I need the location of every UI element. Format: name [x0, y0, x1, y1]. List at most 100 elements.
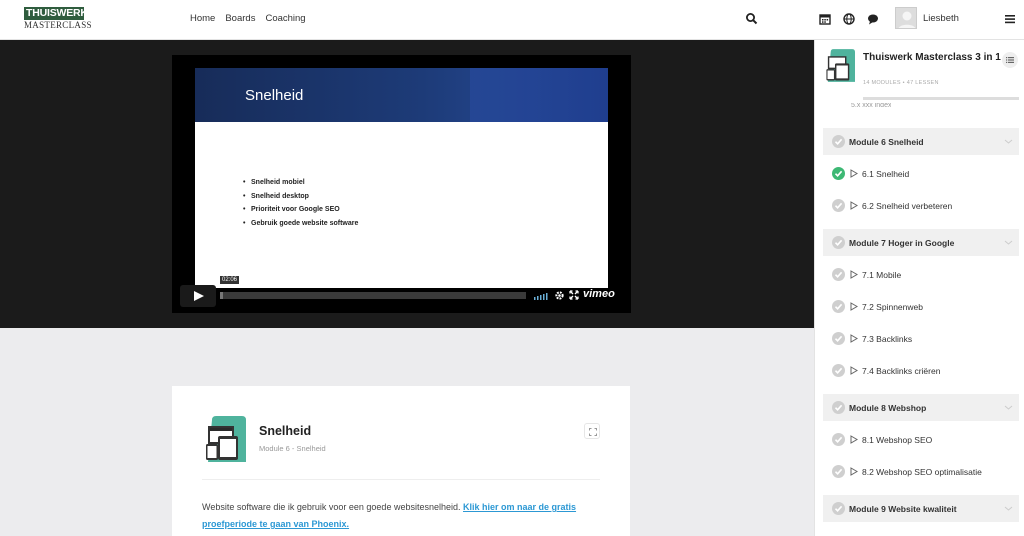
check-icon: [834, 303, 843, 310]
play-icon: [850, 334, 858, 343]
player-controls: 02:06 vimeo: [180, 276, 623, 307]
lesson-status: [832, 465, 845, 478]
slide-bullet: Snelheid desktop: [243, 190, 358, 204]
video-slide: Snelheid Snelheid mobiel Snelheid deskto…: [195, 68, 608, 288]
time-display: 02:06: [220, 276, 240, 284]
module-header[interactable]: Module 9 Website kwaliteit: [823, 495, 1019, 522]
check-icon: [834, 271, 843, 278]
video-player[interactable]: Snelheid Snelheid mobiel Snelheid deskto…: [172, 55, 631, 313]
user-name[interactable]: Liesbeth: [923, 13, 959, 24]
lesson-status: [832, 300, 845, 313]
nav-coaching[interactable]: Coaching: [265, 13, 305, 24]
chevron-down-icon[interactable]: [1004, 239, 1013, 246]
module-label: Module 9 Website kwaliteit: [849, 504, 957, 514]
slide-bullet: Gebruik goede website software: [243, 217, 358, 231]
gear-icon[interactable]: [554, 290, 565, 301]
play-icon[interactable]: [180, 285, 216, 307]
lesson-label: 7.2 Spinnenweb: [862, 302, 923, 312]
course-sidebar: Thuiswerk Masterclass 3 in 1 14 MODULES …: [814, 40, 1024, 536]
check-icon: [834, 436, 843, 443]
play-icon: [850, 270, 858, 279]
lesson-item[interactable]: 6.2 Snelheid verbeteren: [823, 192, 1019, 219]
lesson-label: 6.1 Snelheid: [862, 169, 910, 179]
logo-top-text: THUISWERK: [24, 7, 88, 20]
calendar-icon[interactable]: [818, 12, 832, 26]
module-status: [832, 236, 845, 249]
play-icon: [850, 467, 858, 476]
module-label: Module 7 Hoger in Google: [849, 238, 955, 248]
volume-icon[interactable]: [533, 289, 549, 301]
avatar[interactable]: [895, 7, 917, 29]
top-header: THUISWERK MASTERCLASS Home Boards Coachi…: [0, 0, 1024, 40]
lesson-label: 6.2 Snelheid verbeteren: [862, 201, 953, 211]
course-meta: 14 MODULES • 47 LESSEN: [863, 80, 939, 86]
progress-fill: [220, 292, 224, 299]
play-icon: [850, 366, 858, 375]
lesson-status: [832, 332, 845, 345]
lesson-breadcrumb: Module 6 - Snelheid: [259, 444, 326, 453]
lesson-label: 8.2 Webshop SEO optimalisatie: [862, 467, 982, 477]
module-header[interactable]: Module 7 Hoger in Google: [823, 229, 1019, 256]
check-icon: [834, 239, 843, 246]
module-status: [832, 135, 845, 148]
avatar-placeholder-icon: [898, 11, 916, 28]
video-area: Snelheid Snelheid mobiel Snelheid deskto…: [0, 40, 814, 328]
list-icon: [1006, 57, 1014, 63]
search-icon[interactable]: [745, 12, 759, 26]
nav-boards[interactable]: Boards: [225, 13, 255, 24]
play-icon: [850, 169, 858, 178]
chat-icon[interactable]: [866, 12, 880, 26]
chevron-down-icon[interactable]: [1004, 138, 1013, 145]
lesson-item[interactable]: 6.1 Snelheid: [823, 160, 1019, 187]
expand-icon: [589, 428, 597, 436]
check-icon: [834, 335, 843, 342]
lesson-item-partial[interactable]: 5.x xxx index: [851, 103, 891, 110]
module-status: [832, 502, 845, 515]
chevron-down-icon[interactable]: [1004, 404, 1013, 411]
course-title[interactable]: Thuiswerk Masterclass 3 in 1: [863, 51, 1003, 65]
module-label: Module 6 Snelheid: [849, 137, 924, 147]
lesson-label: 7.1 Mobile: [862, 270, 902, 280]
check-icon: [834, 202, 843, 209]
slide-title: Snelheid: [245, 87, 304, 104]
lesson-label: 7.4 Backlinks criëren: [862, 366, 941, 376]
check-icon: [834, 468, 843, 475]
play-icon: [850, 201, 858, 210]
lesson-title: Snelheid: [259, 424, 312, 438]
menu-icon[interactable]: [1004, 13, 1016, 25]
module-header[interactable]: Module 6 Snelheid: [823, 128, 1019, 155]
lesson-status: [832, 433, 845, 446]
lesson-card: Snelheid Module 6 - Snelheid Website sof…: [172, 386, 630, 536]
lesson-item[interactable]: 8.2 Webshop SEO optimalisatie: [823, 458, 1019, 485]
chevron-down-icon[interactable]: [1004, 505, 1013, 512]
main-nav: Home Boards Coaching: [190, 13, 306, 24]
check-icon: [834, 170, 843, 177]
lesson-item[interactable]: 7.4 Backlinks criëren: [823, 357, 1019, 384]
module-header[interactable]: Module 8 Webshop: [823, 394, 1019, 421]
slide-bullet: Prioriteit voor Google SEO: [243, 203, 358, 217]
lesson-item[interactable]: 7.3 Backlinks: [823, 325, 1019, 352]
vimeo-logo[interactable]: vimeo: [583, 288, 615, 300]
list-button[interactable]: [1002, 52, 1018, 68]
check-icon: [834, 404, 843, 411]
fullscreen-icon[interactable]: [569, 290, 579, 300]
lesson-label: 7.3 Backlinks: [862, 334, 913, 344]
lesson-body-text: Website software die ik gebruik voor een…: [202, 502, 463, 512]
card-divider: [202, 479, 600, 480]
check-icon: [834, 367, 843, 374]
lesson-item[interactable]: 7.2 Spinnenweb: [823, 293, 1019, 320]
brand-logo[interactable]: THUISWERK MASTERCLASS: [24, 7, 92, 31]
lesson-status: [832, 167, 845, 180]
course-thumbnail: [826, 49, 855, 82]
course-thumbnail: [206, 416, 246, 462]
lesson-item[interactable]: 7.1 Mobile: [823, 261, 1019, 288]
nav-home[interactable]: Home: [190, 13, 215, 24]
slide-bullet: Snelheid mobiel: [243, 176, 358, 190]
expand-button[interactable]: [584, 423, 600, 439]
play-icon: [850, 435, 858, 444]
lesson-status: [832, 199, 845, 212]
globe-icon[interactable]: [842, 12, 856, 26]
lesson-item[interactable]: 8.1 Webshop SEO: [823, 426, 1019, 453]
progress-bar[interactable]: [220, 292, 526, 299]
check-icon: [834, 505, 843, 512]
